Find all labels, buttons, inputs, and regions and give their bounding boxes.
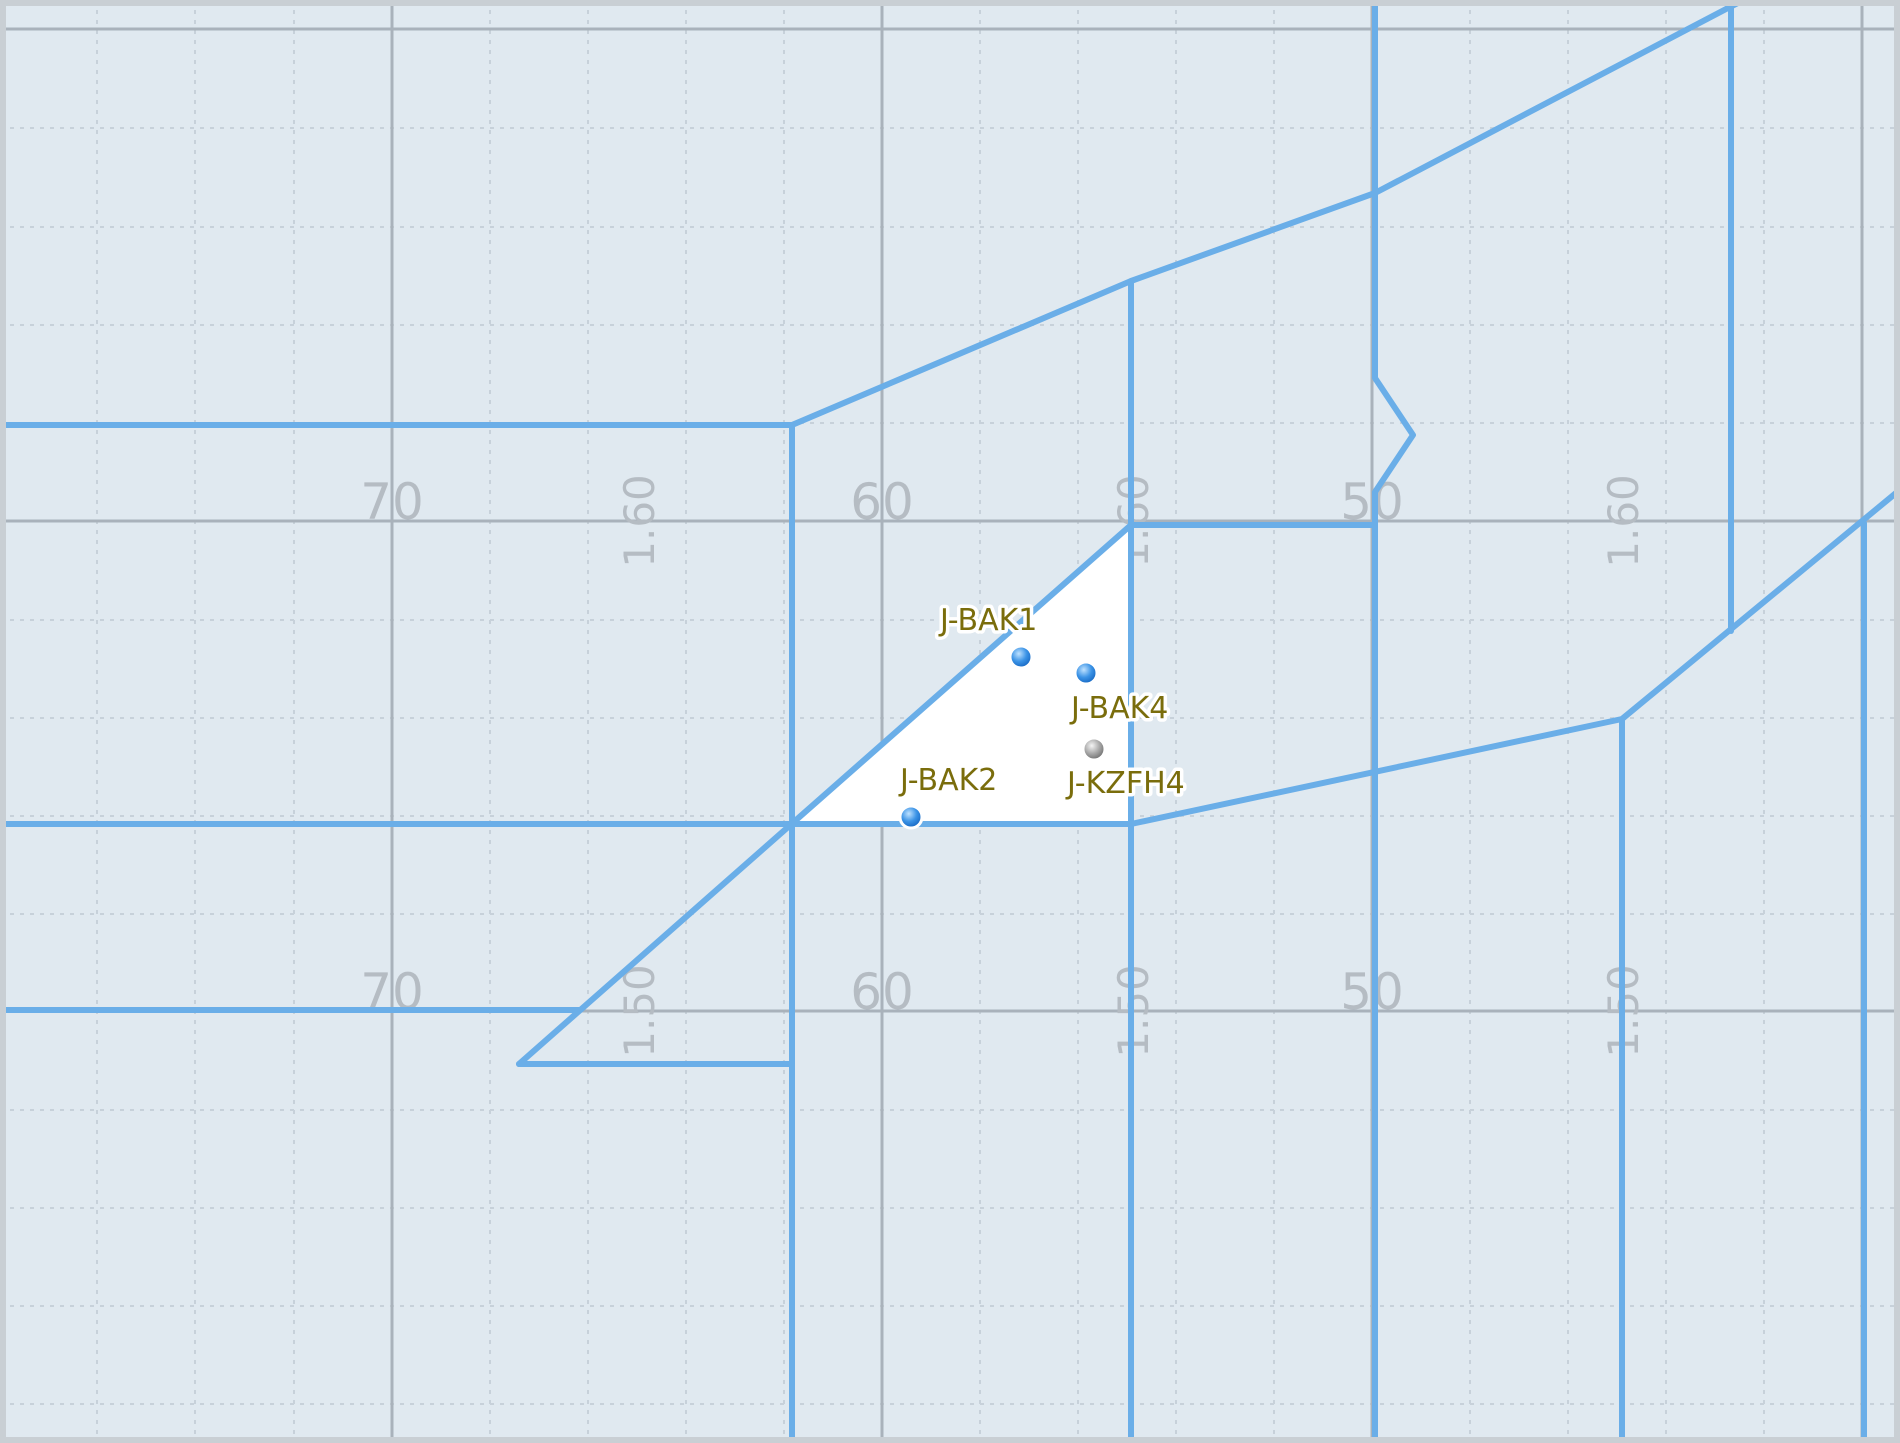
grid-label: 1.60 xyxy=(1599,474,1648,568)
well-label: J-BAK4 xyxy=(1069,691,1168,726)
grid-label: 70 xyxy=(360,473,424,531)
well-label: J-BAK1 xyxy=(938,603,1037,638)
well-label: J-BAK2 xyxy=(898,763,997,798)
grid-label: 60 xyxy=(850,963,914,1021)
active-well-icon[interactable] xyxy=(898,804,924,830)
grid-label: 1.60 xyxy=(615,474,664,568)
grid-label: 1.50 xyxy=(615,964,664,1058)
active-well-icon[interactable] xyxy=(1073,660,1099,686)
map-canvas[interactable]: 70 1.60 60 1.60 50 1.60 70 1.50 60 1.50 … xyxy=(0,0,1900,1443)
grid-label: 60 xyxy=(850,473,914,531)
well-label: J-KZFH4 xyxy=(1065,766,1185,801)
inactive-well-icon[interactable] xyxy=(1081,736,1107,762)
active-well-icon[interactable] xyxy=(1008,644,1034,670)
